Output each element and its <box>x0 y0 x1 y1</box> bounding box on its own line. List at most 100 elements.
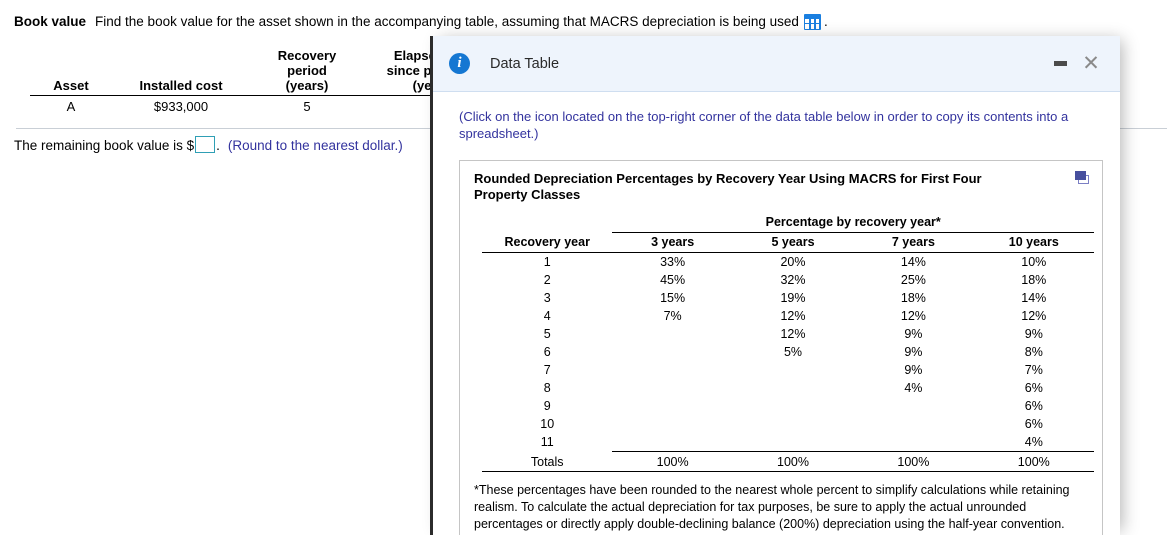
copy-icon-front-sheet <box>1075 171 1086 180</box>
macrs-header-5-years: 5 years <box>732 232 854 253</box>
macrs-header-3-years: 3 years <box>612 232 733 253</box>
minimize-button[interactable] <box>1048 52 1072 76</box>
macrs-totals-10-years: 100% <box>973 451 1094 472</box>
macrs-cell-3-years <box>612 343 732 361</box>
macrs-cell-7-years: 4% <box>904 381 923 395</box>
macrs-cell-3-years <box>612 433 732 452</box>
macrs-cell-3-years <box>612 361 732 379</box>
macrs-cell-5-years <box>733 379 853 397</box>
table-row: 9 6% <box>482 397 1094 415</box>
macrs-table-body: 1 33% 20% 14% 10% 2 45% 32% 25% 18% 3 15% 19% 18% 14% 4… <box>482 253 1094 452</box>
macrs-cell-10-years: 6% <box>1024 381 1043 395</box>
macrs-cell-5-years <box>733 415 853 433</box>
table-row: 2 45% 32% 25% 18% <box>482 271 1094 289</box>
macrs-cell-10-years: 12% <box>1021 309 1047 323</box>
macrs-span-header: Percentage by recovery year* <box>612 213 1094 233</box>
macrs-cell-7-years <box>853 415 973 433</box>
macrs-year-label: 8 <box>543 381 551 395</box>
macrs-cell-10-years: 6% <box>1024 399 1043 413</box>
table-row: 1 33% 20% 14% 10% <box>482 253 1094 272</box>
macrs-cell-3-years <box>612 415 732 433</box>
macrs-bottom-rule <box>482 471 1094 473</box>
info-icon: i <box>449 53 470 74</box>
asset-cell-recovery-period: 5 <box>303 99 311 114</box>
macrs-cell-10-years: 10% <box>1021 255 1047 269</box>
data-table-dialog: i Data Table ✕ (Click on the icon locate… <box>430 36 1120 535</box>
macrs-cell-7-years: 9% <box>904 327 923 341</box>
macrs-year-label: 1 <box>543 255 551 269</box>
macrs-column-header-row: Recovery year 3 years 5 years 7 years 10… <box>482 232 1094 253</box>
asset-header-asset: Asset <box>30 48 112 96</box>
table-row: 3 15% 19% 18% 14% <box>482 289 1094 307</box>
macrs-table-icon[interactable] <box>803 14 821 30</box>
data-table-panel: Rounded Depreciation Percentages by Reco… <box>459 160 1103 535</box>
copy-to-spreadsheet-icon[interactable] <box>1075 171 1091 185</box>
macrs-cell-5-years <box>733 433 853 452</box>
macrs-year-label: 10 <box>540 417 555 431</box>
dialog-header: i Data Table ✕ <box>433 36 1120 92</box>
macrs-cell-7-years: 9% <box>904 345 923 359</box>
macrs-header-10-years: 10 years <box>973 232 1094 253</box>
macrs-cell-5-years: 19% <box>780 291 806 305</box>
asset-cell-installed-cost: $933,000 <box>153 99 209 114</box>
macrs-header-7-years: 7 years <box>853 232 974 253</box>
recovery-header-line2: period <box>287 63 327 78</box>
table-row: 6 5% 9% 8% <box>482 343 1094 361</box>
macrs-cell-10-years: 14% <box>1021 291 1047 305</box>
dialog-title: Data Table <box>490 55 560 72</box>
macrs-cell-3-years: 7% <box>663 309 682 323</box>
macrs-icon-grid <box>805 19 820 29</box>
macrs-cell-7-years: 25% <box>900 273 926 287</box>
dialog-body: (Click on the icon located on the top-ri… <box>433 92 1120 535</box>
close-button[interactable]: ✕ <box>1078 51 1104 77</box>
macrs-span-header-row: Percentage by recovery year* <box>482 213 1094 233</box>
macrs-cell-5-years: 12% <box>780 309 806 323</box>
macrs-year-label: 4 <box>543 309 551 323</box>
table-row: 10 6% <box>482 415 1094 433</box>
macrs-cell-3-years <box>612 325 732 343</box>
macrs-cell-3-years: 45% <box>660 273 686 287</box>
macrs-cell-5-years <box>733 397 853 415</box>
minimize-icon <box>1053 61 1067 66</box>
macrs-span-header-spacer <box>482 213 612 233</box>
table-row: 11 4% <box>482 433 1094 452</box>
recovery-header-line3: (years) <box>285 78 329 93</box>
macrs-cell-10-years: 8% <box>1024 345 1043 359</box>
macrs-cell-7-years <box>853 433 973 452</box>
table-row: 7 9% 7% <box>482 361 1094 379</box>
macrs-totals-5-years: 100% <box>732 451 854 472</box>
macrs-cell-10-years: 7% <box>1024 363 1043 377</box>
macrs-cell-5-years: 20% <box>780 255 806 269</box>
macrs-totals-3-years: 100% <box>612 451 733 472</box>
macrs-footnote: *These percentages have been rounded to … <box>474 483 1070 531</box>
macrs-year-label: 6 <box>543 345 551 359</box>
macrs-totals-row: Totals 100% 100% 100% 100% <box>482 451 1094 472</box>
macrs-year-label: 11 <box>540 435 554 450</box>
macrs-cell-3-years <box>612 397 732 415</box>
macrs-cell-10-years: 18% <box>1021 273 1047 287</box>
macrs-header-recovery-year: Recovery year <box>482 232 613 253</box>
macrs-percentage-table: Percentage by recovery year* Recovery ye… <box>482 213 1094 473</box>
macrs-year-label: 9 <box>543 399 551 413</box>
copy-instruction-text: (Click on the icon located on the top-ri… <box>459 109 1069 141</box>
asset-cell-asset: A <box>66 99 76 114</box>
macrs-cell-3-years: 33% <box>660 255 686 269</box>
macrs-year-label: 2 <box>543 273 551 287</box>
macrs-year-label: 7 <box>543 363 551 377</box>
table-row: 5 12% 9% 9% <box>482 325 1094 343</box>
macrs-year-label: 3 <box>543 291 551 305</box>
answer-statement: The remaining book value is $. (Round to … <box>14 136 403 153</box>
macrs-cell-7-years: 14% <box>900 255 926 269</box>
macrs-cell-5-years: 32% <box>780 273 806 287</box>
macrs-cell-7-years: 9% <box>904 363 923 377</box>
macrs-cell-5-years: 5% <box>783 345 803 359</box>
macrs-year-label: 5 <box>543 327 551 341</box>
macrs-cell-10-years: 9% <box>1024 327 1043 341</box>
data-table-title: Rounded Depreciation Percentages by Reco… <box>474 171 982 202</box>
question-text: Find the book value for the asset shown … <box>95 14 799 29</box>
question-label: Book value <box>14 14 87 29</box>
answer-prefix: The remaining book value is $ <box>14 138 195 153</box>
macrs-cell-5-years <box>733 361 853 379</box>
answer-input[interactable] <box>195 136 216 153</box>
macrs-cell-3-years <box>612 379 732 397</box>
